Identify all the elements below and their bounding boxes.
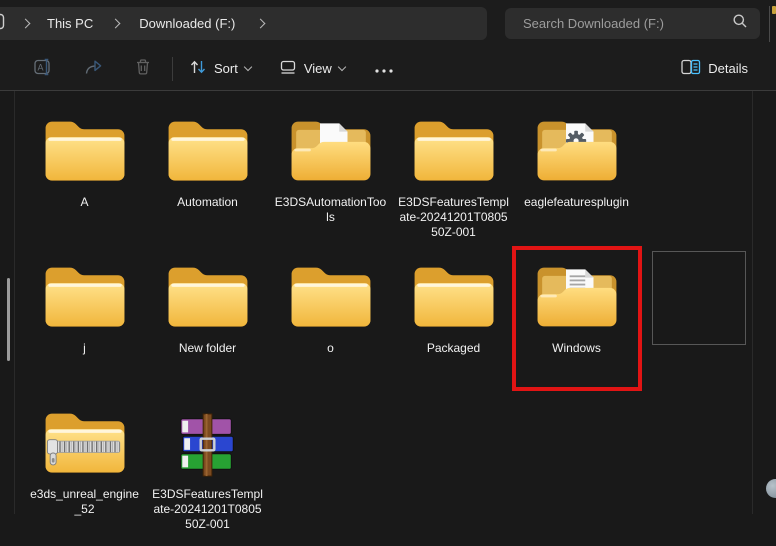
file-item[interactable]: E3DSAutomationTools <box>269 108 392 254</box>
folder-icon <box>410 108 498 189</box>
file-label: E3DSAutomationTools <box>275 195 387 225</box>
file-item[interactable]: e3ds_unreal_engine_52 <box>23 400 146 546</box>
chevron-right-icon[interactable] <box>111 19 121 29</box>
view-label: View <box>304 61 332 76</box>
this-pc-icon <box>0 13 6 35</box>
details-pane-icon <box>681 59 701 78</box>
file-item[interactable]: E3DSFeaturesTemplate-20241201T080550Z-00… <box>392 108 515 254</box>
file-item[interactable]: Packaged <box>392 254 515 400</box>
details-button[interactable]: Details <box>673 52 756 86</box>
file-label: eaglefeaturesplugin <box>524 195 629 210</box>
folder-icon <box>164 108 252 189</box>
address-bar[interactable]: This PC Downloaded (F:) <box>0 7 487 40</box>
file-item[interactable]: j <box>23 254 146 400</box>
folder-icon <box>41 108 129 189</box>
search-icon[interactable] <box>732 13 748 34</box>
view-button[interactable]: View <box>271 52 353 86</box>
sort-label: Sort <box>214 61 238 76</box>
file-label: A <box>80 195 88 210</box>
chevron-down-icon <box>338 63 346 71</box>
share-icon <box>84 58 104 79</box>
file-item[interactable]: New folder <box>146 254 269 400</box>
folder-icon <box>164 254 252 335</box>
details-label: Details <box>708 61 748 76</box>
toolbar-divider <box>172 57 173 81</box>
nav-pane-scrollbar[interactable] <box>7 278 10 361</box>
search-input[interactable]: Search Downloaded (F:) <box>505 8 760 39</box>
rename-button[interactable]: A <box>26 52 62 86</box>
file-item[interactable]: o <box>269 254 392 400</box>
file-item[interactable]: Automation <box>146 108 269 254</box>
svg-text:A: A <box>37 63 43 73</box>
window-edge-fragment <box>772 6 776 14</box>
see-more-button[interactable] <box>367 52 401 86</box>
search-placeholder: Search Downloaded (F:) <box>523 16 664 31</box>
file-label: j <box>83 341 86 356</box>
header-bar: This PC Downloaded (F:) Search Downloade… <box>0 0 776 90</box>
folder-open-doc-icon <box>287 108 375 189</box>
sort-arrows-icon <box>189 58 207 79</box>
folder-zip-icon <box>41 400 129 481</box>
command-toolbar: A Sort View <box>0 47 776 90</box>
file-item[interactable]: A <box>23 108 146 254</box>
file-item[interactable]: E3DSFeaturesTemplate-20241201T080550Z-00… <box>146 400 269 546</box>
file-label: e3ds_unreal_engine_52 <box>29 487 141 517</box>
folder-open-gear-icon <box>533 108 621 189</box>
file-label: New folder <box>179 341 236 356</box>
sort-button[interactable]: Sort <box>181 52 259 86</box>
toolbar-separator <box>0 90 776 91</box>
chevron-right-icon[interactable] <box>256 19 266 29</box>
breadcrumb-downloaded[interactable]: Downloaded (F:) <box>139 16 235 31</box>
trash-icon <box>134 58 152 79</box>
file-label: Packaged <box>427 341 480 356</box>
file-grid: A Automation E3DSAutomationTools E3DSFeatur… <box>23 108 755 546</box>
view-icon <box>279 59 297 78</box>
file-label: Automation <box>177 195 238 210</box>
ellipsis-icon <box>375 61 393 76</box>
file-label: Windows <box>552 341 601 356</box>
folder-icon <box>287 254 375 335</box>
delete-button[interactable] <box>126 52 160 86</box>
file-item[interactable]: Windows <box>515 254 638 400</box>
nav-pane-divider <box>14 91 15 514</box>
window-edge-line <box>769 6 770 42</box>
breadcrumb-this-pc[interactable]: This PC <box>47 16 93 31</box>
rename-icon: A <box>34 58 54 79</box>
file-label: E3DSFeaturesTemplate-20241201T080550Z-00… <box>398 195 510 240</box>
folder-open-lines-icon <box>533 254 621 335</box>
chevron-down-icon <box>244 63 252 71</box>
file-label: o <box>327 341 334 356</box>
folder-icon <box>410 254 498 335</box>
chevron-right-icon <box>21 19 31 29</box>
winrar-archive-icon <box>175 400 241 481</box>
corner-widget <box>766 479 776 498</box>
folder-icon <box>41 254 129 335</box>
share-button[interactable] <box>76 52 112 86</box>
file-label: E3DSFeaturesTemplate-20241201T080550Z-00… <box>152 487 264 532</box>
file-item[interactable]: eaglefeaturesplugin <box>515 108 638 254</box>
